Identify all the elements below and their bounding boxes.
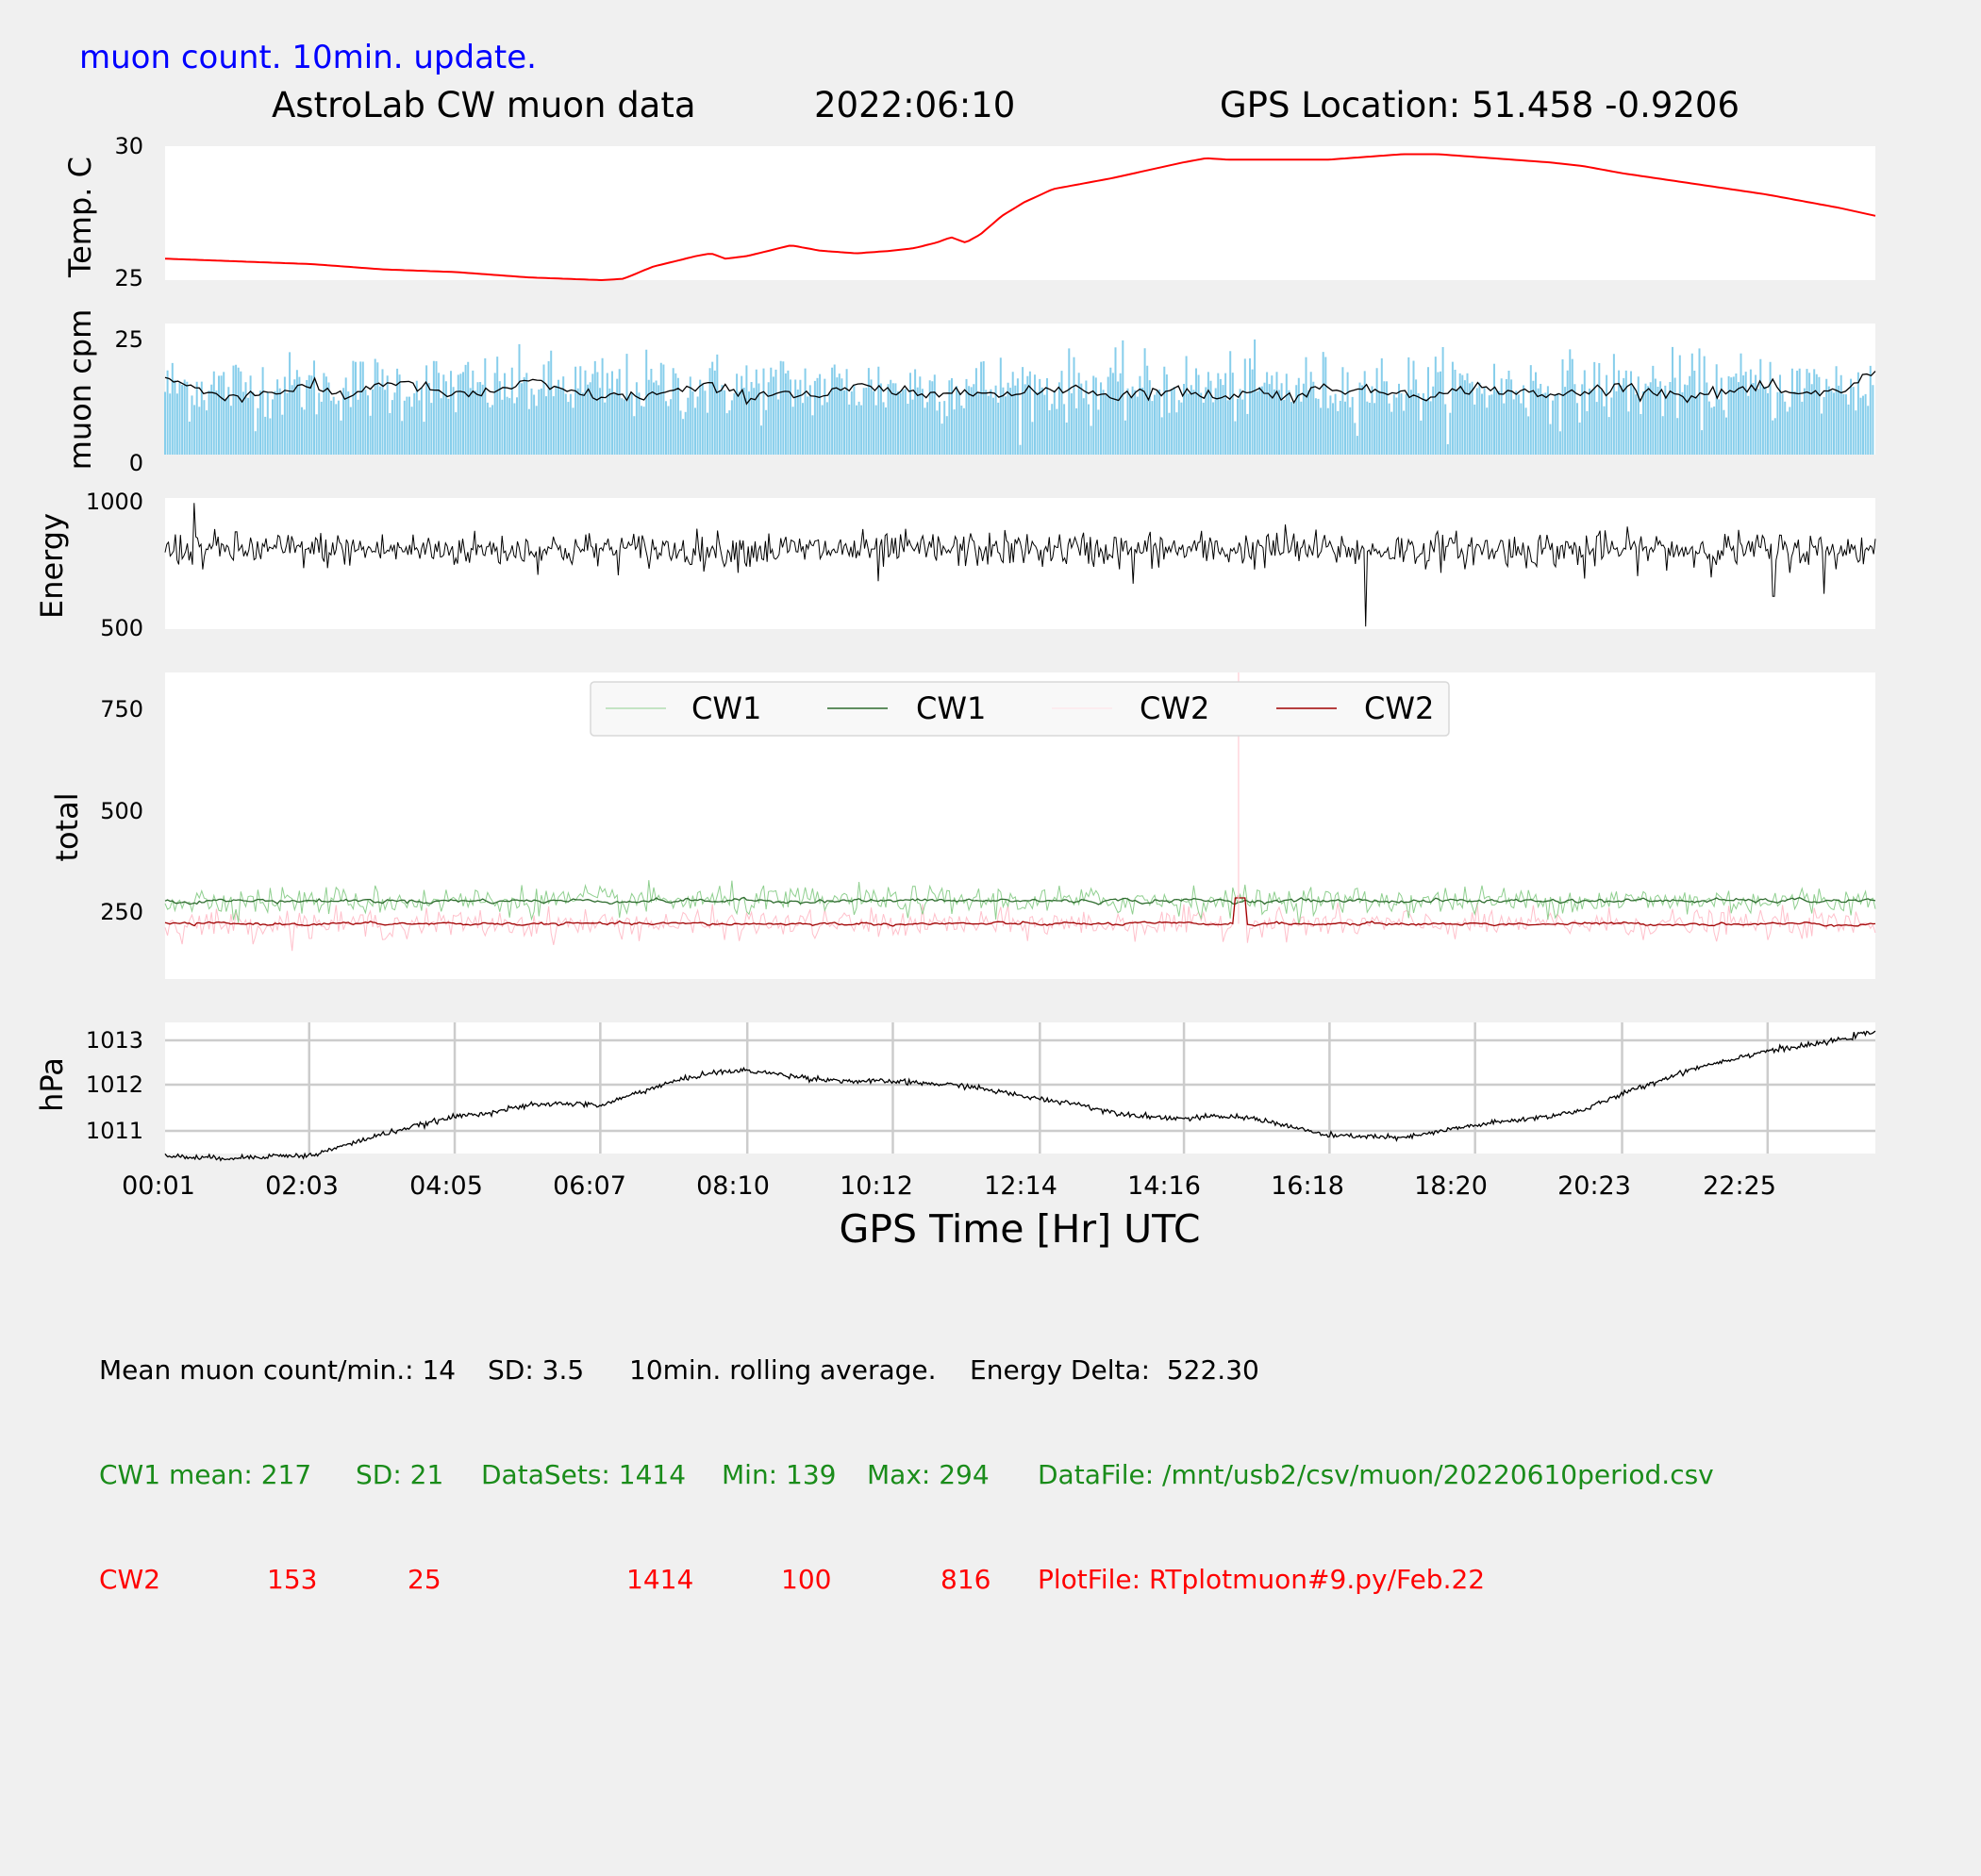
stat-cw1-datasets: DataSets: 1414 <box>481 1459 687 1490</box>
chart-canvas: muon count. 10min. update. AstroLab CW m… <box>34 39 1876 1252</box>
energy-panel: 500 1000 <box>86 489 1876 641</box>
stat-cw2-sd: 25 <box>408 1564 441 1595</box>
x-tick-label: 00:01 <box>122 1171 195 1201</box>
stat-cw1-sd: SD: 21 <box>356 1459 444 1490</box>
legend: CW1 CW1 CW2 CW2 <box>590 681 1450 737</box>
legend-label-cw2-raw: CW2 <box>1140 690 1209 726</box>
x-tick-label: 04:05 <box>409 1171 483 1201</box>
stats-line-cw1: CW1 mean: 217 SD: 21 DataSets: 1414 Min:… <box>99 1457 1714 1492</box>
pressure-ytick-label: 1013 <box>86 1027 143 1054</box>
stat-cw2-mean: 153 <box>267 1564 318 1595</box>
stat-cw1-mean: CW1 mean: 217 <box>99 1459 312 1490</box>
energy-ytick-label: 500 <box>100 615 143 641</box>
subtitle: muon count. 10min. update. <box>79 39 537 76</box>
stat-cw1-min: Min: 139 <box>722 1459 837 1490</box>
stat-cw1-max: Max: 294 <box>867 1459 990 1490</box>
x-tick-label: 22:25 <box>1703 1171 1776 1201</box>
stat-energy-delta: Energy Delta: 522.30 <box>970 1354 1259 1386</box>
stats-line-summary: Mean muon count/min.: 14 SD: 3.5 10min. … <box>99 1353 1259 1387</box>
muon-ytick-label: 0 <box>129 450 143 476</box>
temp-plot-area <box>165 146 1875 280</box>
stat-mean: Mean muon count/min.: 14 <box>99 1354 457 1386</box>
x-tick-label: 12:14 <box>984 1171 1057 1201</box>
stat-cw2-datasets: 1414 <box>626 1564 694 1595</box>
muon-ytick-label: 25 <box>114 326 143 353</box>
energy-ytick-label: 1000 <box>86 489 143 515</box>
stats-line-cw2: CW2 153 25 1414 100 816 PlotFile: RTplot… <box>99 1562 1485 1597</box>
total-ytick-label: 500 <box>100 798 143 824</box>
legend-label-cw2-avg: CW2 <box>1364 690 1434 726</box>
stat-sd: SD: 3.5 <box>488 1354 585 1386</box>
chart-title: AstroLab CW muon data <box>272 85 696 125</box>
x-tick-label: 08:10 <box>696 1171 770 1201</box>
energy-ylabel: Energy <box>34 513 70 619</box>
legend-label-cw1-raw: CW1 <box>691 690 761 726</box>
pressure-ytick-label: 1011 <box>86 1118 143 1144</box>
stat-cw2-name: CW2 <box>99 1564 161 1595</box>
stat-cw2-max: 816 <box>941 1564 991 1595</box>
stats-panel: Mean muon count/min.: 14 SD: 3.5 10min. … <box>99 1283 1714 1632</box>
x-tick-label: 14:16 <box>1127 1171 1201 1201</box>
pressure-panel: 1011 1012 1013 00:01 02:03 04:05 06:07 08:10 10:… <box>86 1022 1876 1201</box>
location-label: GPS Location: 51.458 -0.9206 <box>1220 85 1740 125</box>
x-tick-label: 16:18 <box>1271 1171 1344 1201</box>
x-tick-label: 02:03 <box>265 1171 339 1201</box>
total-ytick-label: 750 <box>100 696 143 722</box>
stat-plotfile: PlotFile: RTplotmuon#9.py/Feb.22 <box>1038 1564 1486 1595</box>
temp-ylabel: Temp. C <box>62 157 98 278</box>
pressure-ylabel: hPa <box>34 1057 70 1112</box>
pressure-plot-area <box>165 1022 1875 1154</box>
total-ylabel: total <box>49 792 85 861</box>
pressure-ytick-label: 1012 <box>86 1071 143 1098</box>
total-ytick-label: 250 <box>100 899 143 925</box>
x-tick-label: 06:07 <box>553 1171 626 1201</box>
x-tick-label: 20:23 <box>1557 1171 1631 1201</box>
x-tick-label: 10:12 <box>840 1171 913 1201</box>
stat-datafile: DataFile: /mnt/usb2/csv/muon/20220610per… <box>1038 1459 1714 1490</box>
stat-cw2-min: 100 <box>781 1564 832 1595</box>
x-axis-label: GPS Time [Hr] UTC <box>840 1206 1201 1252</box>
x-tick-label: 18:20 <box>1414 1171 1488 1201</box>
muon-cpm-panel: 0 25 <box>114 324 1876 476</box>
temp-ytick-label: 25 <box>114 265 143 291</box>
legend-label-cw1-avg: CW1 <box>916 690 986 726</box>
energy-plot-area <box>165 498 1875 629</box>
muon-ylabel: muon cpm <box>62 309 98 471</box>
stat-rolling: 10min. rolling average. <box>629 1354 937 1386</box>
temperature-panel: 25 30 <box>114 133 1876 291</box>
date-label: 2022:06:10 <box>814 85 1015 125</box>
temp-ytick-label: 30 <box>114 133 143 159</box>
